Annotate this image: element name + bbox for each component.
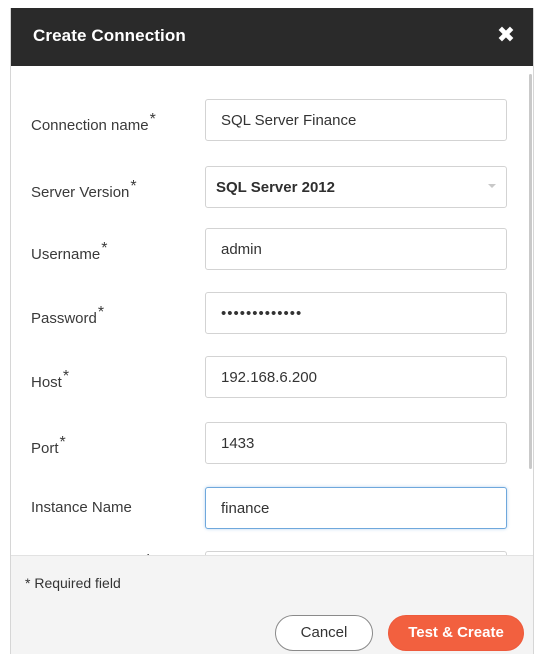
instance-name-field[interactable] (205, 487, 507, 529)
connection-name-field[interactable] (205, 99, 507, 141)
server-version-select[interactable]: SQL Server 2012 (205, 166, 507, 208)
required-asterisk: * (101, 240, 108, 257)
instance-name-label: Instance Name (31, 499, 132, 516)
connection-name-label: Connection name* (31, 111, 156, 134)
server-version-row: Server Version* SQL Server 2012 (11, 166, 533, 210)
required-asterisk: * (149, 111, 156, 128)
host-row: Host* (11, 356, 533, 400)
username-field[interactable] (205, 228, 507, 270)
password-label: Password* (31, 304, 105, 327)
required-asterisk: * (62, 368, 70, 385)
create-connection-dialog: Create Connection ✖ Connection name* Ser… (10, 8, 534, 654)
required-asterisk: * (130, 178, 137, 195)
dialog-header: Create Connection ✖ (11, 8, 533, 66)
required-asterisk: * (97, 304, 105, 321)
port-field[interactable] (205, 422, 507, 464)
port-label: Port* (31, 434, 66, 457)
server-version-label: Server Version* (31, 178, 137, 201)
host-field[interactable] (205, 356, 507, 398)
close-icon[interactable]: ✖ (493, 21, 519, 49)
required-asterisk: * (59, 434, 66, 451)
dialog-title: Create Connection (33, 26, 186, 45)
username-row: Username* (11, 228, 533, 272)
cancel-button[interactable]: Cancel (275, 615, 373, 651)
port-row: Port* (11, 422, 533, 466)
connection-name-row: Connection name* (11, 99, 533, 143)
instance-name-row: Instance Name (11, 487, 533, 531)
password-row: Password* (11, 292, 533, 336)
username-label: Username* (31, 240, 108, 263)
form-body: Connection name* Server Version* SQL Ser… (11, 66, 533, 555)
password-field[interactable] (205, 292, 507, 334)
scrollbar[interactable] (529, 74, 532, 469)
chevron-down-icon (488, 184, 496, 188)
test-and-create-button[interactable]: Test & Create (388, 615, 524, 651)
required-field-note: * Required field (25, 575, 121, 591)
server-version-value: SQL Server 2012 (216, 179, 335, 196)
dialog-footer: * Required field Cancel Test & Create (11, 555, 533, 654)
host-label: Host* (31, 368, 70, 391)
